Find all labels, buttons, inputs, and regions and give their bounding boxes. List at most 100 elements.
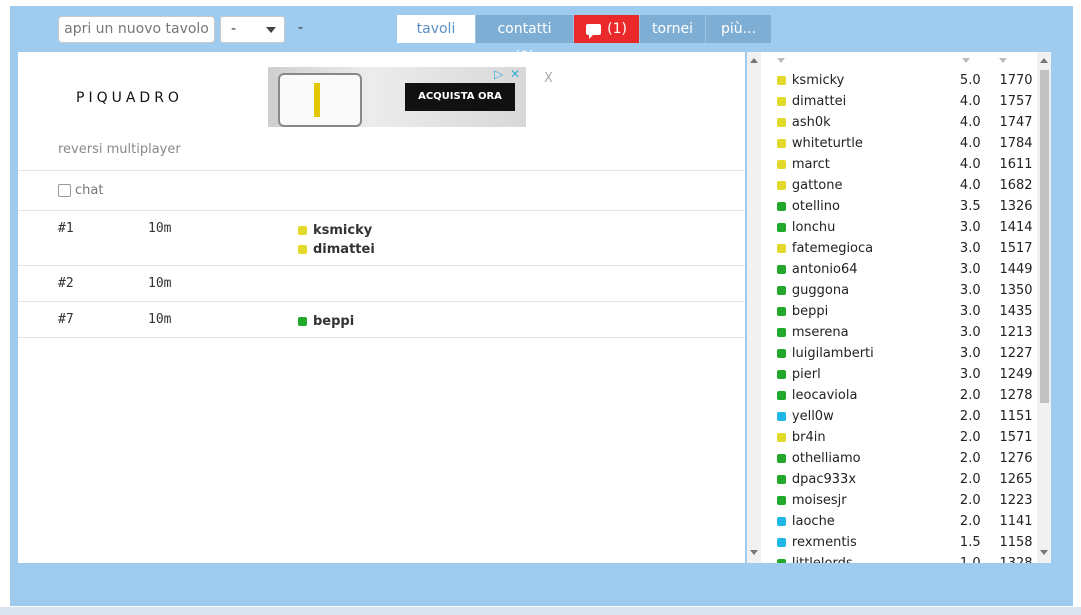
table-player[interactable]: dimattei bbox=[298, 240, 375, 259]
player-rating: 1350 bbox=[999, 283, 1033, 298]
player-score: 4.0 bbox=[959, 157, 981, 172]
tab-tavoli[interactable]: tavoli bbox=[397, 15, 476, 43]
table-time: 10m bbox=[148, 276, 172, 291]
list-item[interactable]: ash0k 4.0 1747 bbox=[777, 112, 1039, 133]
player-rating: 1757 bbox=[999, 94, 1033, 109]
player-rating: 1435 bbox=[999, 304, 1033, 319]
list-item[interactable]: leocaviola 2.0 1278 bbox=[777, 385, 1039, 406]
scroll-down-icon[interactable] bbox=[1040, 550, 1048, 555]
left-scrollbar[interactable] bbox=[747, 52, 761, 563]
scroll-thumb[interactable] bbox=[1040, 70, 1049, 403]
status-dash: - bbox=[298, 20, 304, 36]
list-item[interactable]: yell0w 2.0 1151 bbox=[777, 406, 1039, 427]
player-score: 3.0 bbox=[959, 283, 981, 298]
player-score: 2.0 bbox=[959, 409, 981, 424]
player-score: 2.0 bbox=[959, 472, 981, 487]
status-icon bbox=[777, 265, 786, 274]
player-rating: 1449 bbox=[999, 262, 1033, 277]
ad-cta-button[interactable]: ACQUISTA ORA bbox=[405, 83, 515, 111]
player-score: 3.5 bbox=[959, 199, 981, 214]
status-icon bbox=[777, 97, 786, 106]
ad-banner[interactable]: ACQUISTA ORA bbox=[268, 67, 526, 127]
scroll-down-icon[interactable] bbox=[750, 550, 758, 555]
player-score: 2.0 bbox=[959, 430, 981, 445]
list-item[interactable]: whiteturtle 4.0 1784 bbox=[777, 133, 1039, 154]
player-name: fatemegioca bbox=[791, 241, 874, 256]
list-item[interactable]: othelliamo 2.0 1276 bbox=[777, 448, 1039, 469]
list-item[interactable]: pierl 3.0 1249 bbox=[777, 364, 1039, 385]
player-score: 2.0 bbox=[959, 451, 981, 466]
list-item[interactable]: gattone 4.0 1682 bbox=[777, 175, 1039, 196]
ad-dismiss-icon[interactable]: ✕ bbox=[510, 68, 522, 80]
list-item[interactable]: moisesjr 2.0 1223 bbox=[777, 490, 1039, 511]
player-rating: 1414 bbox=[999, 220, 1033, 235]
new-table-button[interactable]: apri un nuovo tavolo bbox=[58, 16, 215, 43]
status-icon bbox=[777, 349, 786, 358]
player-score: 4.0 bbox=[959, 115, 981, 130]
player-name: ksmicky bbox=[791, 73, 845, 88]
list-item[interactable]: rexmentis 1.5 1158 bbox=[777, 532, 1039, 553]
list-item[interactable]: beppi 3.0 1435 bbox=[777, 301, 1039, 322]
adchoices-icon[interactable]: ▷ bbox=[494, 68, 506, 80]
list-item[interactable]: fatemegioca 3.0 1517 bbox=[777, 238, 1039, 259]
list-item[interactable]: guggona 3.0 1350 bbox=[777, 280, 1039, 301]
status-icon bbox=[777, 118, 786, 127]
sort-name-icon[interactable] bbox=[777, 58, 785, 63]
status-icon bbox=[777, 244, 786, 253]
ad-logo[interactable]: PIQUADRO bbox=[76, 90, 183, 106]
status-icon bbox=[777, 559, 786, 563]
table-player[interactable]: beppi bbox=[298, 312, 354, 331]
list-item[interactable]: ksmicky 5.0 1770 bbox=[777, 70, 1039, 91]
player-rating: 1249 bbox=[999, 367, 1033, 382]
ad-close-button[interactable]: X bbox=[544, 71, 553, 86]
adchoices[interactable]: ▷ ✕ bbox=[494, 68, 526, 83]
tab-contatti[interactable]: contatti (0) bbox=[476, 15, 574, 65]
list-item[interactable]: br4in 2.0 1571 bbox=[777, 427, 1039, 448]
player-rating: 1278 bbox=[999, 388, 1033, 403]
list-item[interactable]: dimattei 4.0 1757 bbox=[777, 91, 1039, 112]
table-number: #7 bbox=[58, 312, 74, 327]
status-icon bbox=[777, 454, 786, 463]
player-score: 3.0 bbox=[959, 262, 981, 277]
list-item[interactable]: mserena 3.0 1213 bbox=[777, 322, 1039, 343]
player-score: 1.0 bbox=[960, 556, 1000, 563]
list-item[interactable]: luigilamberti 3.0 1227 bbox=[777, 343, 1039, 364]
right-scrollbar[interactable] bbox=[1037, 52, 1051, 563]
list-item[interactable]: dpac933x 2.0 1265 bbox=[777, 469, 1039, 490]
chat-checkbox[interactable] bbox=[58, 184, 71, 197]
list-item[interactable]: laoche 2.0 1141 bbox=[777, 511, 1039, 532]
list-item[interactable]: marct 4.0 1611 bbox=[777, 154, 1039, 175]
table-players: beppi bbox=[298, 312, 354, 331]
page-title: reversi multiplayer bbox=[58, 142, 181, 157]
player-name: antonio64 bbox=[791, 262, 858, 277]
player-score: 1.5 bbox=[959, 535, 981, 550]
table-player[interactable]: ksmicky bbox=[298, 221, 375, 240]
tab-tornei[interactable]: tornei bbox=[640, 15, 706, 43]
status-icon bbox=[777, 517, 786, 526]
player-score: 3.0 bbox=[959, 367, 981, 382]
player-rating: 1223 bbox=[999, 493, 1033, 508]
status-icon bbox=[298, 226, 307, 235]
list-item[interactable]: antonio64 3.0 1449 bbox=[777, 259, 1039, 280]
player-rating: 1611 bbox=[999, 157, 1033, 172]
player-name: dpac933x bbox=[791, 472, 857, 487]
player-rating: 1276 bbox=[999, 451, 1033, 466]
player-rating: 1784 bbox=[999, 136, 1033, 151]
sort-rating-icon[interactable] bbox=[999, 58, 1007, 63]
chat-toggle[interactable]: chat bbox=[58, 183, 103, 198]
player-score: 3.0 bbox=[959, 325, 981, 340]
player-score: 3.0 bbox=[959, 220, 981, 235]
player-name: ash0k bbox=[791, 115, 831, 130]
tab-messages[interactable]: (1) bbox=[574, 15, 640, 43]
sort-score-icon[interactable] bbox=[962, 58, 970, 63]
scroll-up-icon[interactable] bbox=[1040, 58, 1048, 63]
tab-more[interactable]: più... bbox=[706, 15, 771, 43]
list-item[interactable]: littlelords1.01328 bbox=[777, 553, 1039, 563]
status-icon bbox=[298, 317, 307, 326]
list-item[interactable]: lonchu 3.0 1414 bbox=[777, 217, 1039, 238]
status-icon bbox=[777, 223, 786, 232]
messages-count: (1) bbox=[607, 21, 627, 37]
list-item[interactable]: otellino 3.5 1326 bbox=[777, 196, 1039, 217]
mode-select[interactable]: - bbox=[220, 16, 285, 43]
chevron-down-icon bbox=[266, 27, 276, 33]
